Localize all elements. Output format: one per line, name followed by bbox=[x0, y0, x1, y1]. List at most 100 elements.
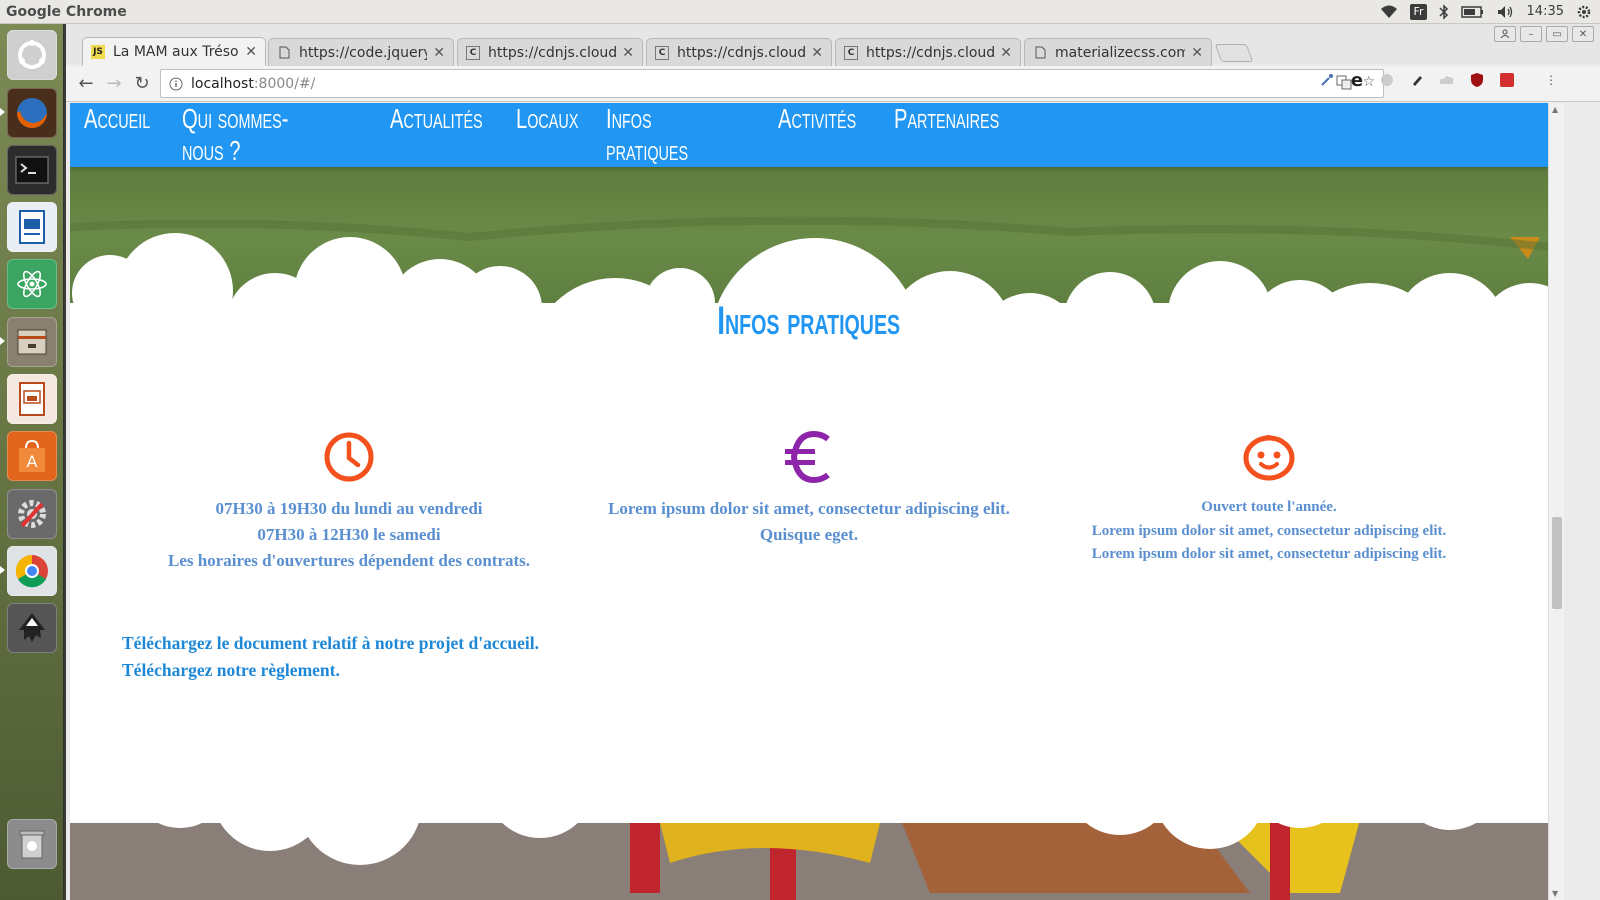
trash-icon[interactable] bbox=[7, 819, 57, 869]
cdnjs-favicon-icon: C bbox=[844, 45, 858, 60]
nav-link-activites[interactable]: Activités bbox=[778, 103, 856, 167]
tab-title: https://cdnjs.cloud bbox=[866, 44, 995, 61]
opening-line: Lorem ipsum dolor sit amet, consectetur … bbox=[1091, 546, 1447, 562]
scroll-down-arrow-icon[interactable]: ▼ bbox=[1552, 889, 1558, 898]
page-scrollbar[interactable]: ▲ ▼ bbox=[1548, 103, 1564, 900]
firefox-icon[interactable] bbox=[7, 88, 57, 138]
section-title-text: Infos pratiques bbox=[717, 299, 901, 343]
download-reglement-link[interactable]: Téléchargez notre règlement. bbox=[122, 657, 539, 684]
settings-gear-icon[interactable] bbox=[1576, 3, 1592, 21]
baby-face-icon bbox=[1243, 435, 1295, 481]
clock-icon bbox=[324, 432, 374, 482]
hours-column: 07H30 à 19H30 du lundi au vendredi 07H30… bbox=[119, 430, 579, 574]
menu-more-icon[interactable]: ⋮ bbox=[1542, 71, 1560, 89]
tab-title: https://cdnjs.cloud bbox=[677, 44, 806, 61]
bluetooth-icon[interactable] bbox=[1439, 3, 1449, 21]
address-bar[interactable]: localhost:8000/#/ ☆ bbox=[160, 69, 1384, 98]
opening-line: Lorem ipsum dolor sit amet, consectetur … bbox=[1091, 522, 1447, 539]
svg-text:A: A bbox=[27, 452, 38, 471]
terminal-icon[interactable] bbox=[7, 145, 57, 195]
scrollbar-thumb[interactable] bbox=[1552, 517, 1562, 609]
keyboard-layout-indicator[interactable]: Fr bbox=[1410, 3, 1427, 20]
price-column: Lorem ipsum dolor sit amet, consectetur … bbox=[579, 430, 1039, 548]
address-host: localhost bbox=[191, 75, 254, 92]
software-center-icon[interactable]: A bbox=[7, 431, 57, 481]
clock-text[interactable]: 14:35 bbox=[1527, 3, 1564, 21]
battery-icon[interactable] bbox=[1460, 3, 1485, 21]
scroll-up-arrow-icon[interactable]: ▲ bbox=[1552, 105, 1558, 114]
inkscape-icon[interactable] bbox=[7, 603, 57, 653]
close-tab-icon[interactable]: ✕ bbox=[245, 44, 257, 60]
forward-button[interactable]: → bbox=[100, 70, 128, 98]
section-title: Infos pratiques bbox=[70, 299, 1548, 344]
page-viewport: Accueil Qui sommes-nous ? Actualités Loc… bbox=[70, 103, 1548, 900]
hours-line: 07H30 à 19H30 du lundi au vendredi bbox=[215, 499, 483, 518]
opening-column: Ouvert toute l'année. Lorem ipsum dolor … bbox=[1039, 430, 1499, 567]
tab-title: https://cdnjs.cloud bbox=[488, 44, 617, 61]
eyedropper-icon[interactable] bbox=[1318, 71, 1336, 89]
maximize-button[interactable]: ▭ bbox=[1546, 26, 1568, 42]
pen-extension-icon[interactable] bbox=[1408, 71, 1426, 89]
new-tab-button[interactable] bbox=[1214, 44, 1254, 62]
tab-title: materializecss.com bbox=[1055, 44, 1186, 61]
tab-cdnjs-1[interactable]: C https://cdnjs.cloud ✕ bbox=[457, 38, 643, 66]
browser-toolbar: ← → ↻ localhost:8000/#/ ☆ e ⋮ bbox=[66, 66, 1600, 102]
nav-link-qui-sommes-nous[interactable]: Qui sommes-nous ? bbox=[182, 103, 310, 167]
tab-strip: JS La MAM aux Trésor ✕ https://code.jque… bbox=[66, 24, 1600, 66]
close-tab-icon[interactable]: ✕ bbox=[1000, 45, 1012, 61]
e-extension-icon[interactable]: e bbox=[1348, 70, 1366, 91]
close-tab-icon[interactable]: ✕ bbox=[811, 45, 823, 61]
active-app-name: Google Chrome bbox=[6, 3, 127, 20]
opening-line: Ouvert toute l'année. bbox=[1201, 499, 1337, 515]
window-controls: – ▭ ✕ bbox=[1494, 26, 1594, 42]
nav-link-infos-pratiques[interactable]: Infos pratiques bbox=[606, 103, 708, 167]
wifi-icon[interactable] bbox=[1380, 3, 1398, 21]
ubuntu-home-icon[interactable] bbox=[7, 30, 57, 80]
unity-launcher: A bbox=[0, 24, 64, 900]
ublock-icon[interactable] bbox=[1468, 71, 1486, 89]
nav-link-locaux[interactable]: Locaux bbox=[516, 103, 578, 167]
tab-title: La MAM aux Trésor bbox=[113, 44, 240, 60]
volume-icon[interactable] bbox=[1497, 3, 1515, 21]
js-favicon-icon: JS bbox=[91, 45, 105, 59]
writer-icon[interactable] bbox=[7, 202, 57, 252]
price-line: Lorem ipsum dolor sit amet, consectetur … bbox=[608, 499, 1010, 518]
site-navbar: Accueil Qui sommes-nous ? Actualités Loc… bbox=[70, 103, 1548, 167]
atom-icon[interactable] bbox=[7, 259, 57, 309]
document-favicon-icon bbox=[1033, 46, 1047, 60]
tab-code-jquery[interactable]: https://code.jquery ✕ bbox=[268, 38, 454, 66]
nav-link-actualites[interactable]: Actualités bbox=[390, 103, 483, 167]
tab-cdnjs-3[interactable]: C https://cdnjs.cloud ✕ bbox=[835, 38, 1021, 66]
hours-line: Les horaires d'ouvertures dépendent des … bbox=[167, 551, 531, 570]
hours-line: 07H30 à 12H30 le samedi bbox=[257, 525, 441, 544]
reload-button[interactable]: ↻ bbox=[128, 70, 156, 98]
grey-circle-extension-icon[interactable] bbox=[1378, 71, 1396, 89]
close-tab-icon[interactable]: ✕ bbox=[1191, 45, 1203, 61]
cors-extension-icon[interactable] bbox=[1498, 71, 1516, 89]
cdnjs-favicon-icon: C bbox=[655, 45, 669, 60]
profile-icon[interactable] bbox=[1494, 26, 1516, 42]
close-window-button[interactable]: ✕ bbox=[1572, 26, 1594, 42]
close-tab-icon[interactable]: ✕ bbox=[433, 45, 445, 61]
info-icon[interactable] bbox=[169, 77, 183, 91]
close-tab-icon[interactable]: ✕ bbox=[622, 45, 634, 61]
chrome-icon[interactable] bbox=[7, 546, 57, 596]
tab-la-mam[interactable]: JS La MAM aux Trésor ✕ bbox=[82, 37, 266, 66]
cloud-extension-icon[interactable] bbox=[1438, 71, 1456, 89]
tab-materializecss[interactable]: materializecss.com ✕ bbox=[1024, 38, 1212, 66]
euro-icon bbox=[785, 430, 830, 484]
system-settings-icon[interactable] bbox=[7, 489, 57, 539]
back-button[interactable]: ← bbox=[72, 70, 100, 98]
minimize-button[interactable]: – bbox=[1520, 26, 1542, 42]
nav-link-accueil[interactable]: Accueil bbox=[84, 103, 150, 167]
files-icon[interactable] bbox=[7, 317, 57, 367]
price-line: Quisque eget. bbox=[759, 525, 859, 544]
nav-link-partenaires[interactable]: Partenaires bbox=[894, 103, 999, 167]
address-path: :8000/#/ bbox=[253, 75, 316, 92]
bottom-cloud-edge bbox=[70, 723, 1548, 865]
download-projet-accueil-link[interactable]: Téléchargez le document relatif à notre … bbox=[122, 630, 539, 657]
impress-icon[interactable] bbox=[7, 374, 57, 424]
downloads-section: Téléchargez le document relatif à notre … bbox=[122, 630, 539, 684]
running-indicator-icon bbox=[0, 337, 4, 343]
tab-cdnjs-2[interactable]: C https://cdnjs.cloud ✕ bbox=[646, 38, 832, 66]
